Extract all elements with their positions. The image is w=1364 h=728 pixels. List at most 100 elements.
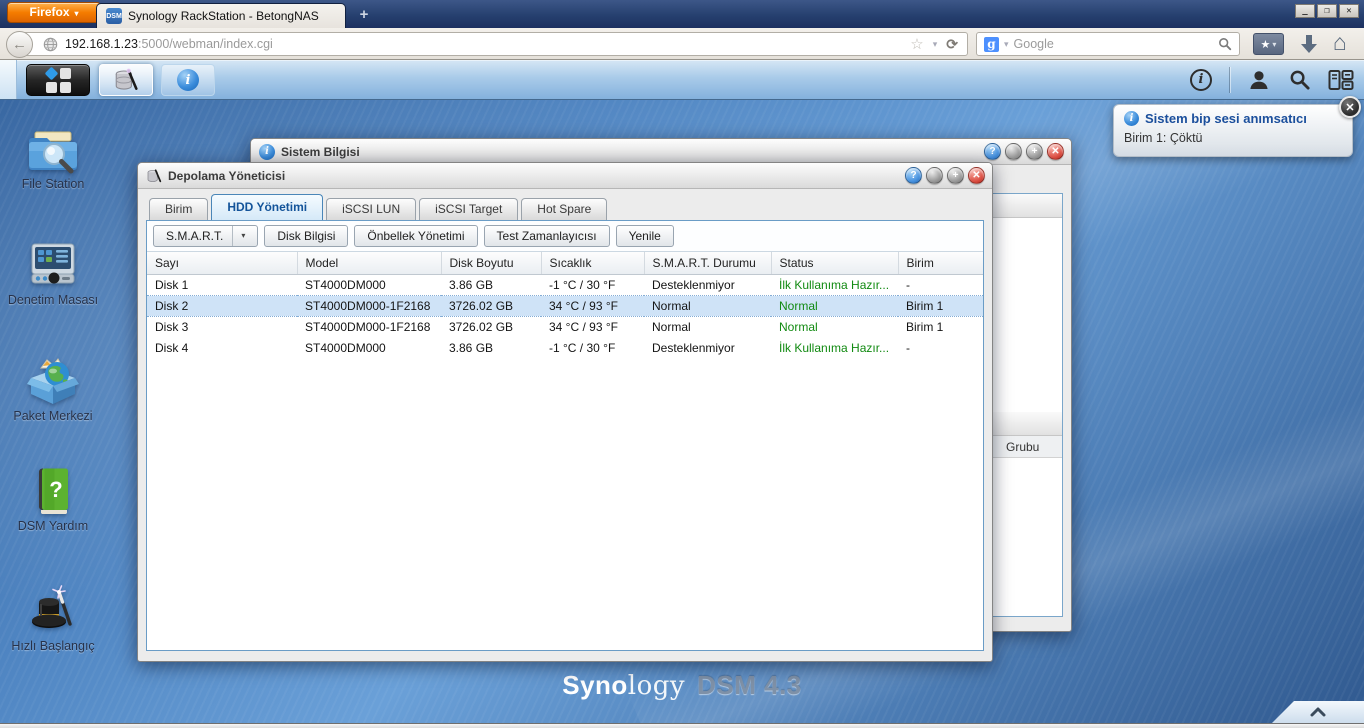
bookmarks-menu-button[interactable]: ★ ▾: [1253, 33, 1284, 55]
url-path: :5000/webman/index.cgi: [138, 37, 273, 51]
browser-titlebar: Firefox▾ DSM Synology RackStation - Beto…: [0, 0, 1364, 28]
tab-hot-spare[interactable]: Hot Spare: [521, 198, 607, 220]
logo-text-serif: logy: [628, 671, 685, 701]
tab-birim[interactable]: Birim: [149, 198, 208, 220]
storage-manager-window-controls: ? + ✕: [905, 167, 985, 184]
table-row-disk2-selected[interactable]: Disk 2 ST4000DM000-1F2168 3726.02 GB 34 …: [147, 295, 983, 316]
dsm-help-icon: ?: [5, 466, 101, 516]
url-bar[interactable]: 192.168.1.23:5000/webman/index.cgi ☆ ▾ ⟳: [22, 32, 968, 56]
bottom-status-strip: [0, 723, 1364, 728]
col-sicaklik[interactable]: Sıcaklık: [541, 252, 644, 274]
disk-table: Sayı Model Disk Boyutu Sıcaklık S.M.A.R.…: [147, 252, 983, 358]
notification-popup: i Sistem bip sesi anımsatıcı Birim 1: Çö…: [1113, 104, 1353, 157]
cache-management-button[interactable]: Önbellek Yönetimi: [354, 225, 477, 247]
search-engine-dropdown-icon[interactable]: ▾: [1004, 39, 1009, 50]
close-button[interactable]: ✕: [968, 167, 985, 184]
storage-manager-icon: [146, 168, 162, 184]
table-row-disk1[interactable]: Disk 1 ST4000DM000 3.86 GB -1 °C / 30 °F…: [147, 274, 983, 295]
new-tab-button[interactable]: +: [352, 6, 376, 25]
help-button[interactable]: ?: [905, 167, 922, 184]
system-info-window-controls: ? + ✕: [984, 143, 1064, 160]
notification-title-row: i Sistem bip sesi anımsatıcı: [1124, 111, 1342, 126]
disk-info-button[interactable]: Disk Bilgisi: [264, 225, 348, 247]
svg-text:?: ?: [49, 477, 62, 502]
help-button[interactable]: ?: [984, 143, 1001, 160]
close-button[interactable]: ✕: [1339, 4, 1359, 18]
browser-tab[interactable]: DSM Synology RackStation - BetongNAS: [96, 3, 346, 28]
search-bar[interactable]: g ▾ Google: [976, 32, 1240, 56]
restore-button[interactable]: ❐: [1317, 4, 1337, 18]
main-menu-grid-icon: [46, 68, 71, 93]
google-icon: g: [984, 37, 999, 52]
quick-start-icon: [5, 584, 101, 636]
desktop-icon-package-center[interactable]: Paket Merkezi: [5, 356, 101, 424]
storage-manager-titlebar[interactable]: Depolama Yöneticisi: [138, 163, 992, 189]
notification-close-button[interactable]: ✕: [1339, 96, 1361, 118]
pilot-view-icon[interactable]: [1328, 69, 1354, 91]
col-disk-boyutu[interactable]: Disk Boyutu: [441, 252, 541, 274]
maximize-button[interactable]: +: [947, 167, 964, 184]
minimize-button[interactable]: [926, 167, 943, 184]
user-menu-icon[interactable]: [1247, 68, 1271, 92]
file-station-icon: [5, 124, 101, 174]
info-icon: i: [177, 69, 199, 91]
taskbar-storage-manager-button[interactable]: [99, 64, 153, 96]
search-magnifier-icon[interactable]: [1218, 37, 1232, 51]
taskbar-system-info-button[interactable]: i: [161, 64, 215, 96]
search-placeholder: Google: [1014, 37, 1054, 51]
window-title: Depolama Yöneticisi: [168, 169, 285, 183]
downloads-button[interactable]: [1297, 32, 1321, 56]
desktop-icon-dsm-help[interactable]: ? DSM Yardım: [5, 466, 101, 534]
notification-body: Birim 1: Çöktü: [1124, 131, 1342, 145]
dsm-favicon-icon: DSM: [106, 8, 122, 24]
info-icon: i: [259, 144, 275, 160]
taskbar-right-icons: i: [1190, 60, 1354, 99]
smart-button[interactable]: S.M.A.R.T. ▾: [153, 225, 258, 247]
col-birim[interactable]: Birim: [898, 252, 983, 274]
notifications-info-icon[interactable]: i: [1190, 69, 1212, 91]
reload-icon[interactable]: ⟳: [946, 36, 958, 53]
minimize-button[interactable]: [1005, 143, 1022, 160]
close-button[interactable]: ✕: [1047, 143, 1064, 160]
table-row-disk3[interactable]: Disk 3 ST4000DM000-1F2168 3726.02 GB 34 …: [147, 316, 983, 337]
url-dropdown-icon[interactable]: ▾: [933, 39, 938, 50]
col-status[interactable]: Status: [771, 252, 898, 274]
main-menu-button[interactable]: [26, 64, 90, 96]
bookmark-star-icon[interactable]: ☆: [910, 35, 923, 53]
maximize-button[interactable]: +: [1026, 143, 1043, 160]
storage-manager-tabs: Birim HDD Yönetimi iSCSI LUN iSCSI Targe…: [149, 194, 607, 220]
show-desktop-button[interactable]: [0, 60, 17, 99]
download-arrow-icon: [1297, 32, 1321, 56]
synology-dsm-logo: SynologyDSM 4.3: [562, 670, 802, 701]
dsm-taskbar: i i: [0, 60, 1364, 100]
disk-table-header: Sayı Model Disk Boyutu Sıcaklık S.M.A.R.…: [147, 252, 983, 274]
col-sayi[interactable]: Sayı: [147, 252, 297, 274]
col-model[interactable]: Model: [297, 252, 441, 274]
tab-iscsi-lun[interactable]: iSCSI LUN: [326, 198, 416, 220]
window-controls: _ ❐ ✕: [1295, 4, 1359, 18]
caret-down-icon: ▾: [1272, 40, 1276, 49]
url-bar-icons: ☆ ▾ ⟳: [910, 35, 967, 53]
desktop-icon-quick-start[interactable]: Hızlı Başlangıç: [5, 584, 101, 654]
tab-iscsi-target[interactable]: iSCSI Target: [419, 198, 518, 220]
pilot-view-toggle-tab[interactable]: [1272, 701, 1364, 723]
desktop-icon-file-station[interactable]: File Station: [5, 124, 101, 192]
minimize-button[interactable]: _: [1295, 4, 1315, 18]
chevron-up-icon: [1308, 706, 1328, 718]
window-title: Sistem Bilgisi: [281, 145, 360, 159]
firefox-menu-button[interactable]: Firefox▾: [7, 2, 101, 23]
info-icon: i: [1124, 111, 1139, 126]
home-button[interactable]: ⌂: [1333, 29, 1347, 56]
tab-hdd-yonetimi[interactable]: HDD Yönetimi: [211, 194, 323, 220]
desktop-icon-control-panel[interactable]: Denetim Masası: [5, 240, 101, 308]
screen: Firefox▾ DSM Synology RackStation - Beto…: [0, 0, 1364, 728]
search-icon[interactable]: [1288, 68, 1311, 91]
table-row-disk4[interactable]: Disk 4 ST4000DM000 3.86 GB -1 °C / 30 °F…: [147, 337, 983, 358]
taskbar-divider: [1229, 67, 1230, 93]
logo-text-bold: Syno: [562, 670, 628, 700]
refresh-button[interactable]: Yenile: [616, 225, 674, 247]
back-button[interactable]: ←: [6, 31, 33, 58]
col-smart-durumu[interactable]: S.M.A.R.T. Durumu: [644, 252, 771, 274]
firefox-menu-label: Firefox: [29, 5, 69, 19]
test-scheduler-button[interactable]: Test Zamanlayıcısı: [484, 225, 610, 247]
